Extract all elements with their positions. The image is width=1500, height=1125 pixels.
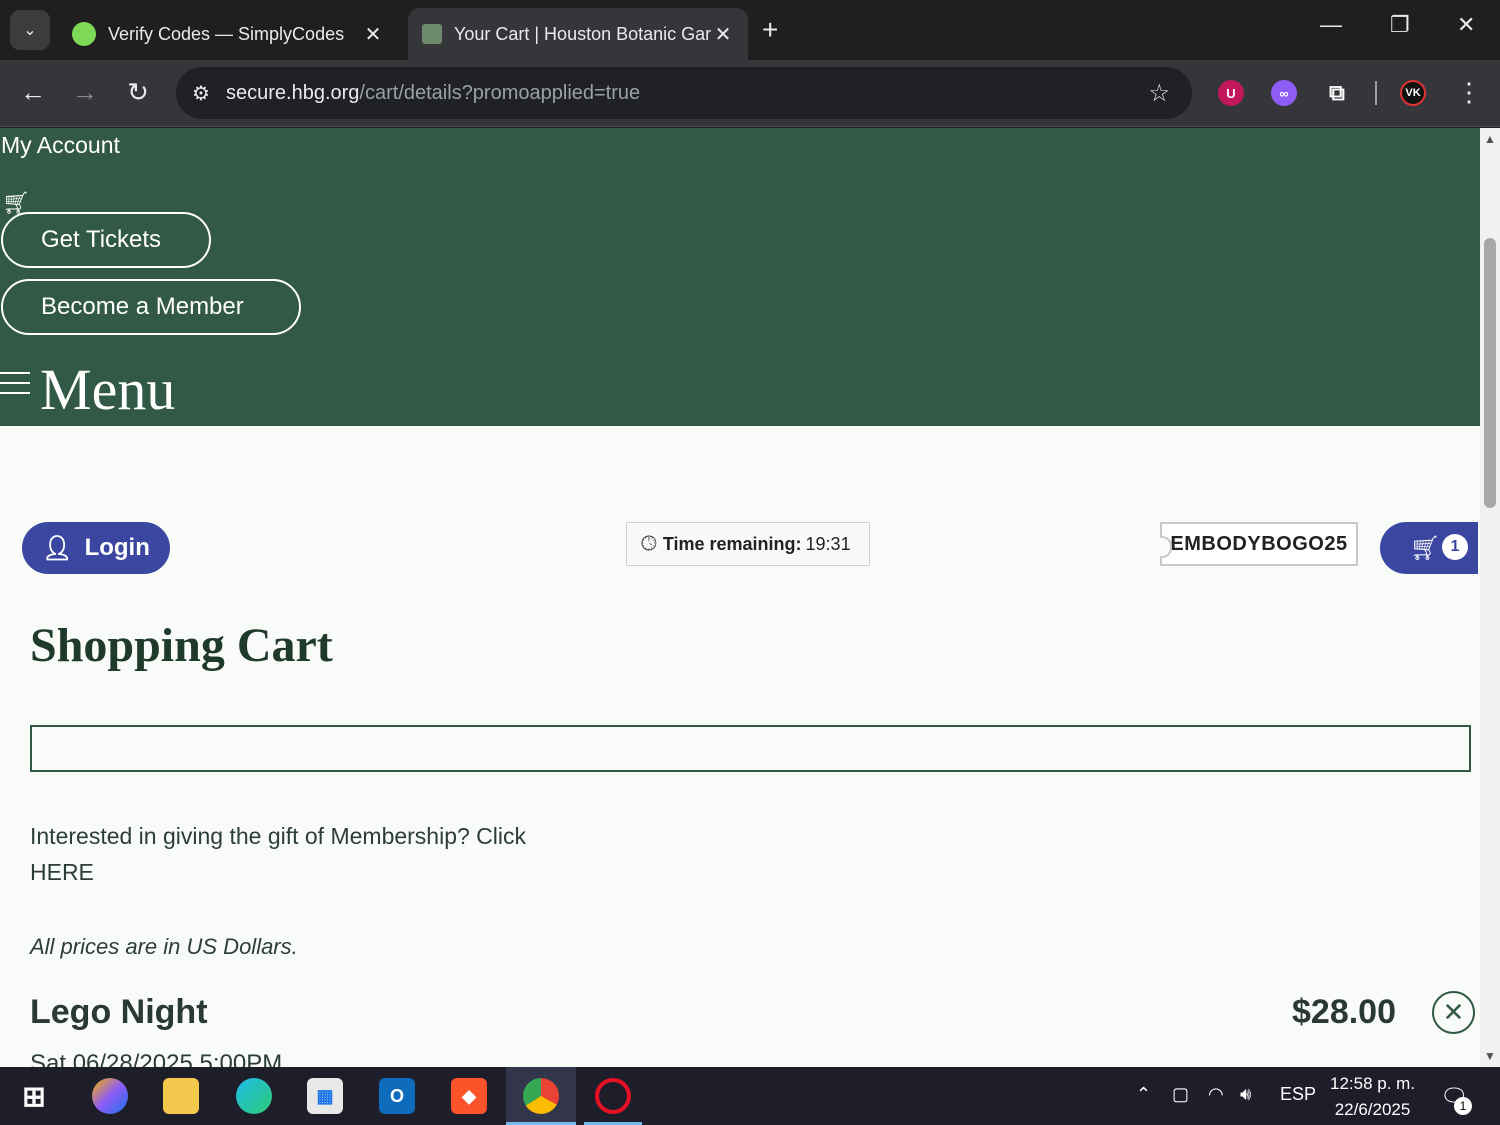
cart-utility-bar: 👤︎ Login 🕓︎ Time remaining: 19:31 EMBODY… [0,496,1480,596]
remove-item-button[interactable]: ✕ [1432,991,1475,1034]
vk-profile-icon[interactable]: VK [1400,80,1426,106]
tab-houston-botanic[interactable]: Your Cart | Houston Botanic Gar ✕ [408,8,748,60]
close-tab-icon[interactable]: ✕ [362,22,384,47]
clock-icon: 🕓︎ [641,532,657,555]
tab-title: Your Cart | Houston Botanic Gar [454,23,712,44]
extensions-puzzle-icon[interactable]: ⧉ [1324,80,1350,106]
time-remaining-box: 🕓︎ Time remaining: 19:31 [626,522,870,566]
tray-overflow-icon[interactable]: ⌃ [1136,1084,1151,1105]
toolbar-divider [1375,81,1377,105]
microsoft-store-icon[interactable]: ▦ [307,1078,343,1114]
minimize-icon[interactable]: — [1320,12,1342,38]
bookmark-star-icon[interactable]: ☆ [1148,79,1170,108]
cart-item-price: $28.00 [1292,993,1396,1031]
get-tickets-button[interactable]: Get Tickets [1,212,211,268]
clock-time: 12:58 p. m. [1330,1074,1416,1093]
user-icon: 👤︎ [42,534,73,562]
hamburger-menu-icon[interactable] [0,372,30,402]
site-header: My Account 🛒︎ Get Tickets Become a Membe… [0,128,1480,426]
meet-icon[interactable]: ▢ [1172,1084,1189,1105]
close-icon: ✕ [1442,997,1465,1027]
simplycodes-favicon-icon [72,22,96,46]
cart-count-badge: 1 [1442,534,1468,560]
file-explorer-icon[interactable] [163,1078,199,1114]
prices-note: All prices are in US Dollars. [30,934,298,959]
cart-item-date: Sat 06/28/2025 5:00PM [30,1050,283,1067]
browser-tab-bar: ⌄ Verify Codes — SimplyCodes ✕ Your Cart… [0,0,1500,60]
clock-date: 22/6/2025 [1334,1100,1411,1119]
chrome-icon[interactable] [523,1078,559,1114]
new-tab-button[interactable]: + [762,14,778,46]
copilot-icon[interactable] [92,1078,128,1114]
login-button[interactable]: 👤︎ Login [22,522,170,574]
menu-label[interactable]: Menu [40,356,175,423]
scrollbar-thumb[interactable] [1484,238,1496,508]
my-account-link[interactable]: My Account [1,132,120,159]
restore-icon[interactable]: ❐ [1390,12,1410,38]
brave-icon[interactable]: ◆ [451,1078,487,1114]
page-scrollbar[interactable]: ▲ ▼ [1480,128,1500,1067]
shopping-cart-icon: 🛒︎ [1410,534,1441,562]
address-bar[interactable]: ⚙ secure.hbg.org/cart/details?promoappli… [176,67,1192,119]
language-indicator[interactable]: ESP [1280,1084,1316,1105]
time-remaining-value: 19:31 [805,533,851,554]
cart-button[interactable]: 🛒︎ 1 [1380,522,1478,574]
more-menu-icon[interactable]: ⋮ [1452,77,1486,108]
promo-code-ticket[interactable]: EMBODYBOGO25 [1160,522,1358,566]
browser-toolbar: ← → ↻ ⚙ secure.hbg.org/cart/details?prom… [0,60,1500,127]
gift-membership-link[interactable]: Interested in giving the gift of Members… [30,818,570,890]
time-remaining-label: Time remaining: [662,533,802,554]
become-member-button[interactable]: Become a Member [1,279,301,335]
windows-start-icon[interactable]: ⊞ [16,1078,52,1114]
windows-taskbar: ⊞ ▦ O ◆ ⌃ ▢ ◠ 🔊︎ ESP 12:58 p. m. 22/6/20… [0,1067,1500,1125]
hbg-favicon-icon [422,24,442,44]
reload-icon[interactable]: ↻ [121,77,155,108]
edge-icon[interactable] [236,1078,272,1114]
page-viewport: My Account 🛒︎ Get Tickets Become a Membe… [0,128,1480,1067]
wifi-icon[interactable]: ◠ [1208,1084,1224,1105]
gift-membership-banner [30,725,1471,772]
back-icon[interactable]: ← [16,77,50,108]
close-tab-icon[interactable]: ✕ [712,22,734,47]
tab-search-button[interactable]: ⌄ [10,10,50,50]
close-window-icon[interactable]: ✕ [1457,12,1475,38]
system-clock[interactable]: 12:58 p. m. 22/6/2025 [1330,1071,1415,1123]
notification-count-badge: 1 [1454,1097,1472,1115]
cart-item-name: Lego Night [30,993,208,1031]
tab-title: Verify Codes — SimplyCodes [108,23,345,44]
scroll-down-icon[interactable]: ▼ [1484,1049,1496,1063]
scroll-up-icon[interactable]: ▲ [1484,132,1496,146]
site-info-icon[interactable]: ⚙ [176,81,226,106]
url-text: secure.hbg.org/cart/details?promoapplied… [226,81,641,104]
ai-icon[interactable]: ∞ [1271,80,1297,106]
tab-simplycodes[interactable]: Verify Codes — SimplyCodes ✕ [58,8,398,60]
outlook-icon[interactable]: O [379,1078,415,1114]
promo-code-text: EMBODYBOGO25 [1170,532,1348,555]
opera-icon[interactable] [595,1078,631,1114]
ublock-icon[interactable]: U [1218,80,1244,106]
forward-icon[interactable]: → [68,77,102,108]
page-title: Shopping Cart [30,619,333,672]
chevron-down-icon: ⌄ [23,22,37,39]
login-label: Login [84,534,150,561]
volume-icon[interactable]: 🔊︎ [1240,1084,1251,1105]
